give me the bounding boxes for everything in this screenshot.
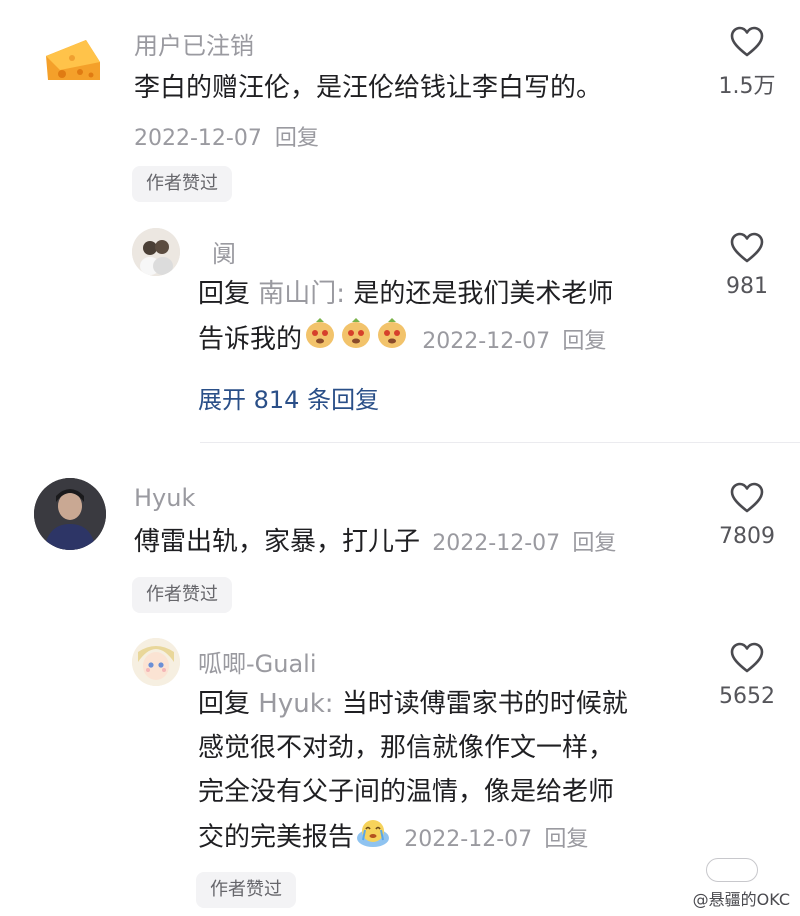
username[interactable]: 呱唧-Guali <box>198 644 317 679</box>
comment-meta: 2022-12-07 回复 <box>134 120 319 152</box>
person-avatar-icon <box>34 478 106 550</box>
reply-date: 2022-12-07 <box>404 826 533 852</box>
cheese-avatar-icon <box>46 40 100 80</box>
reply-target-user[interactable]: Hyuk: <box>258 689 333 719</box>
watermark: @悬疆的OKC <box>692 890 790 909</box>
like-count: 5652 <box>719 684 775 709</box>
reply-target-user[interactable]: 南山门: <box>258 279 345 309</box>
crying-blob-emoji-icon <box>355 814 391 862</box>
reply-button[interactable]: 回复 <box>572 531 616 556</box>
like-count: 1.5万 <box>718 74 776 99</box>
comment-text: 李白的赠汪伦，是汪伦给钱让李白写的。 <box>134 66 602 110</box>
reply-body-line1: 是的还是我们美术老师 <box>353 279 614 309</box>
crying-dog-emoji-icon <box>375 316 409 364</box>
like-button[interactable]: 7809 <box>702 482 792 549</box>
heart-icon <box>730 26 764 57</box>
heart-icon <box>730 482 764 513</box>
reply-prefix: 回复 <box>198 689 251 719</box>
reply-text-line4: 交的完美报告 2022-12-07 回复 <box>198 814 588 862</box>
comment-body: 李白的赠汪伦，是汪伦给钱让李白写的。 <box>134 73 603 103</box>
heart-icon <box>730 642 764 673</box>
like-button[interactable]: 5652 <box>702 642 792 709</box>
username[interactable]: 阒 <box>212 234 236 269</box>
like-count: 981 <box>726 274 768 299</box>
divider <box>200 442 800 443</box>
reply-body-line3: 完全没有父子间的温情，像是给老师 <box>198 777 615 807</box>
reply-text-line2: 告诉我的 2022-12-07 回复 <box>198 316 606 364</box>
reply-text-line3: 完全没有父子间的温情，像是给老师 <box>198 770 614 814</box>
comment-date: 2022-12-07 <box>134 126 262 151</box>
comment-date: 2022-12-07 <box>432 531 561 556</box>
reply-text-line2: 感觉很不对劲，那信就像作文一样， <box>198 726 614 770</box>
like-button[interactable]: 1.5万 <box>702 26 792 100</box>
reply-body-line2: 感觉很不对劲，那信就像作文一样， <box>198 733 615 763</box>
comment-body: 傅雷出轨，家暴，打儿子 <box>134 527 421 557</box>
reply-button[interactable]: 回复 <box>275 126 319 151</box>
comment-text: 傅雷出轨，家暴，打儿子 2022-12-07 回复 <box>134 520 616 566</box>
reply-body-line4: 交的完美报告 <box>198 822 355 853</box>
reply-button[interactable]: 回复 <box>562 329 606 354</box>
author-liked-badge: 作者赞过 <box>196 872 296 908</box>
avatar[interactable] <box>132 638 180 686</box>
reply-date: 2022-12-07 <box>422 328 551 354</box>
reply-text: 回复 Hyuk: 当时读傅雷家书的时候就 <box>198 682 628 726</box>
reply-prefix: 回复 <box>198 279 251 309</box>
crying-dog-emoji-icon <box>339 316 373 364</box>
avatar[interactable] <box>34 478 106 550</box>
author-liked-badge: 作者赞过 <box>132 577 232 613</box>
person-avatar-icon <box>132 228 180 276</box>
like-count: 7809 <box>719 524 775 549</box>
author-liked-badge: 作者赞过 <box>132 166 232 202</box>
avatar[interactable] <box>132 228 180 276</box>
avatar[interactable] <box>36 22 110 96</box>
reply-button[interactable]: 回复 <box>544 827 588 852</box>
watermark-logo-icon <box>706 858 758 882</box>
person-avatar-icon <box>132 638 180 686</box>
username[interactable]: 用户已注销 <box>134 26 254 61</box>
username[interactable]: Hyuk <box>134 484 195 512</box>
crying-dog-emoji-icon <box>303 316 337 364</box>
reply-text: 回复 南山门: 是的还是我们美术老师 <box>198 272 613 316</box>
reply-body-line1: 当时读傅雷家书的时候就 <box>341 689 628 719</box>
expand-replies-link[interactable]: 展开 814 条回复 <box>198 380 379 415</box>
like-button[interactable]: 981 <box>702 232 792 299</box>
reply-body-line2: 告诉我的 <box>198 324 303 355</box>
heart-icon <box>730 232 764 263</box>
